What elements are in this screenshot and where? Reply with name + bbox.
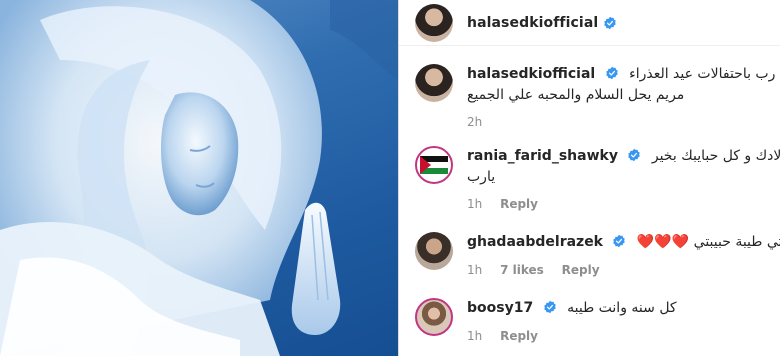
comments-panel: halasedkiofficial halasedkiofficial كل س… [399, 0, 780, 356]
verified-icon [613, 234, 626, 248]
comment-text: كل سنه وانت طيبه [567, 300, 677, 316]
comment-text: كل سنة وانتي طيبة حبيبتي ❤️❤️❤️ [636, 234, 780, 250]
comment-meta: 2h [467, 114, 780, 130]
comment-time: 1h [467, 263, 483, 277]
comment-username[interactable]: ghadaabdelrazek [467, 234, 603, 250]
praying-figure-illustration [0, 0, 398, 356]
comment-meta: 1h 7 likes Reply [467, 262, 780, 278]
commenter-avatar[interactable] [415, 298, 453, 336]
comment-username[interactable]: rania_farid_shawky [467, 148, 618, 164]
reply-button[interactable]: Reply [500, 329, 538, 343]
reply-button[interactable]: Reply [500, 197, 538, 211]
comment-time: 1h [467, 329, 483, 343]
verified-icon [543, 300, 556, 314]
commenter-avatar[interactable] [415, 232, 453, 270]
comment-text-continued: يارب [467, 169, 496, 185]
reply-button[interactable]: Reply [562, 263, 600, 277]
commenter-avatar[interactable] [415, 146, 453, 184]
comment-username[interactable]: boosy17 [467, 300, 533, 316]
comment-time: 1h [467, 197, 483, 211]
comment-time: 2h [467, 115, 483, 129]
post-image [0, 0, 398, 356]
post-header: halasedkiofficial [399, 0, 780, 46]
author-avatar[interactable] [415, 3, 453, 42]
verified-icon [628, 148, 641, 162]
commenter-avatar[interactable] [415, 64, 453, 102]
comment-text: كل سنة وانتي طيبة حبيبتي و اولادك و كل ح… [651, 148, 780, 164]
verified-icon [604, 16, 617, 29]
comment-text: كل سنة ومصر بالف خير يا رب باحتفالات عيد… [629, 66, 780, 82]
comment-username[interactable]: halasedkiofficial [467, 66, 595, 82]
author-username[interactable]: halasedkiofficial [467, 15, 598, 31]
comment-text-continued: مريم يحل السلام والمحبه علي الجميع [467, 87, 685, 103]
likes-count[interactable]: 7 likes [500, 263, 544, 277]
verified-icon [605, 66, 618, 80]
comment-meta: 1h Reply [467, 196, 780, 212]
comment-meta: 1h Reply [467, 328, 780, 344]
